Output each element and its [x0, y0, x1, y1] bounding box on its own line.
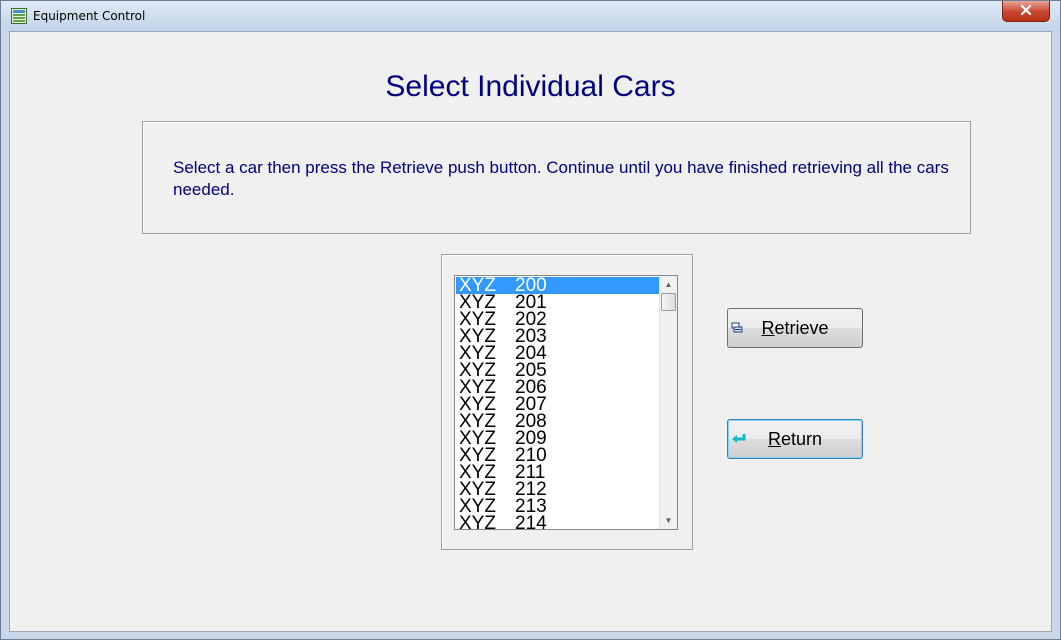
- list-item[interactable]: XYZ 203: [456, 328, 659, 345]
- close-icon: [1020, 2, 1032, 20]
- instructions-text: Select a car then press the Retrieve pus…: [173, 158, 949, 199]
- list-item[interactable]: XYZ 213: [456, 498, 659, 515]
- car-number: 209: [515, 430, 547, 447]
- window-title: Equipment Control: [33, 9, 146, 23]
- vertical-scrollbar[interactable]: ▲ ▼: [659, 276, 677, 529]
- scroll-down-icon[interactable]: ▼: [660, 512, 677, 529]
- scroll-up-icon[interactable]: ▲: [660, 276, 677, 293]
- list-item[interactable]: XYZ 210: [456, 447, 659, 464]
- client-area: Select Individual Cars Select a car then…: [9, 31, 1052, 632]
- car-number: 213: [515, 498, 547, 515]
- car-prefix: XYZ: [459, 515, 496, 530]
- scroll-thumb[interactable]: [661, 293, 676, 311]
- list-item[interactable]: XYZ 206: [456, 379, 659, 396]
- list-item[interactable]: XYZ 209: [456, 430, 659, 447]
- car-list-panel: XYZ 200 XYZ 201 XYZ 202 XYZ 203 XYZ 204 XYZ 205 XYZ 2…: [441, 254, 693, 550]
- page-heading: Select Individual Cars: [385, 70, 676, 103]
- car-number: 201: [515, 294, 547, 311]
- car-prefix: XYZ: [459, 430, 496, 447]
- car-number: 214: [515, 515, 547, 530]
- car-prefix: XYZ: [459, 362, 496, 379]
- list-item[interactable]: XYZ 208: [456, 413, 659, 430]
- car-prefix: XYZ: [459, 294, 496, 311]
- car-number: 207: [515, 396, 547, 413]
- car-prefix: XYZ: [459, 277, 496, 294]
- retrieve-button-label: Retrieve: [761, 318, 829, 338]
- title-bar[interactable]: Equipment Control: [1, 1, 1060, 31]
- car-number: 205: [515, 362, 547, 379]
- car-number: 211: [515, 464, 546, 481]
- car-number: 206: [515, 379, 547, 396]
- car-prefix: XYZ: [459, 311, 496, 328]
- car-prefix: XYZ: [459, 498, 496, 515]
- list-item[interactable]: XYZ 214: [456, 515, 659, 530]
- return-button[interactable]: Return: [727, 419, 863, 459]
- car-prefix: XYZ: [459, 481, 496, 498]
- car-number: 212: [515, 481, 547, 498]
- retrieve-button[interactable]: Retrieve: [727, 308, 863, 348]
- list-item[interactable]: XYZ 202: [456, 311, 659, 328]
- instructions-panel: Select a car then press the Retrieve pus…: [142, 121, 971, 234]
- car-number: 210: [515, 447, 547, 464]
- car-number: 204: [515, 345, 547, 362]
- app-icon: [11, 8, 27, 24]
- car-prefix: XYZ: [459, 345, 496, 362]
- car-prefix: XYZ: [459, 447, 496, 464]
- list-item[interactable]: XYZ 211: [456, 464, 659, 481]
- car-prefix: XYZ: [459, 396, 496, 413]
- list-item[interactable]: XYZ 207: [456, 396, 659, 413]
- car-prefix: XYZ: [459, 464, 496, 481]
- list-item[interactable]: XYZ 204: [456, 345, 659, 362]
- list-item[interactable]: XYZ 205: [456, 362, 659, 379]
- list-item[interactable]: XYZ 212: [456, 481, 659, 498]
- car-prefix: XYZ: [459, 328, 496, 345]
- list-item[interactable]: XYZ 201: [456, 294, 659, 311]
- car-number: 203: [515, 328, 547, 345]
- car-number: 208: [515, 413, 547, 430]
- app-window: Equipment Control Select Individual Cars…: [0, 0, 1061, 640]
- car-prefix: XYZ: [459, 379, 496, 396]
- car-list-items: XYZ 200 XYZ 201 XYZ 202 XYZ 203 XYZ 204 XYZ 205 XYZ 2…: [456, 277, 659, 530]
- car-prefix: XYZ: [459, 413, 496, 430]
- car-number: 200: [515, 277, 547, 294]
- close-button[interactable]: [1002, 1, 1050, 22]
- return-button-label: Return: [767, 429, 823, 449]
- car-listbox[interactable]: XYZ 200 XYZ 201 XYZ 202 XYZ 203 XYZ 204 XYZ 205 XYZ 2…: [454, 275, 678, 530]
- car-number: 202: [515, 311, 547, 328]
- list-item[interactable]: XYZ 200: [456, 277, 659, 294]
